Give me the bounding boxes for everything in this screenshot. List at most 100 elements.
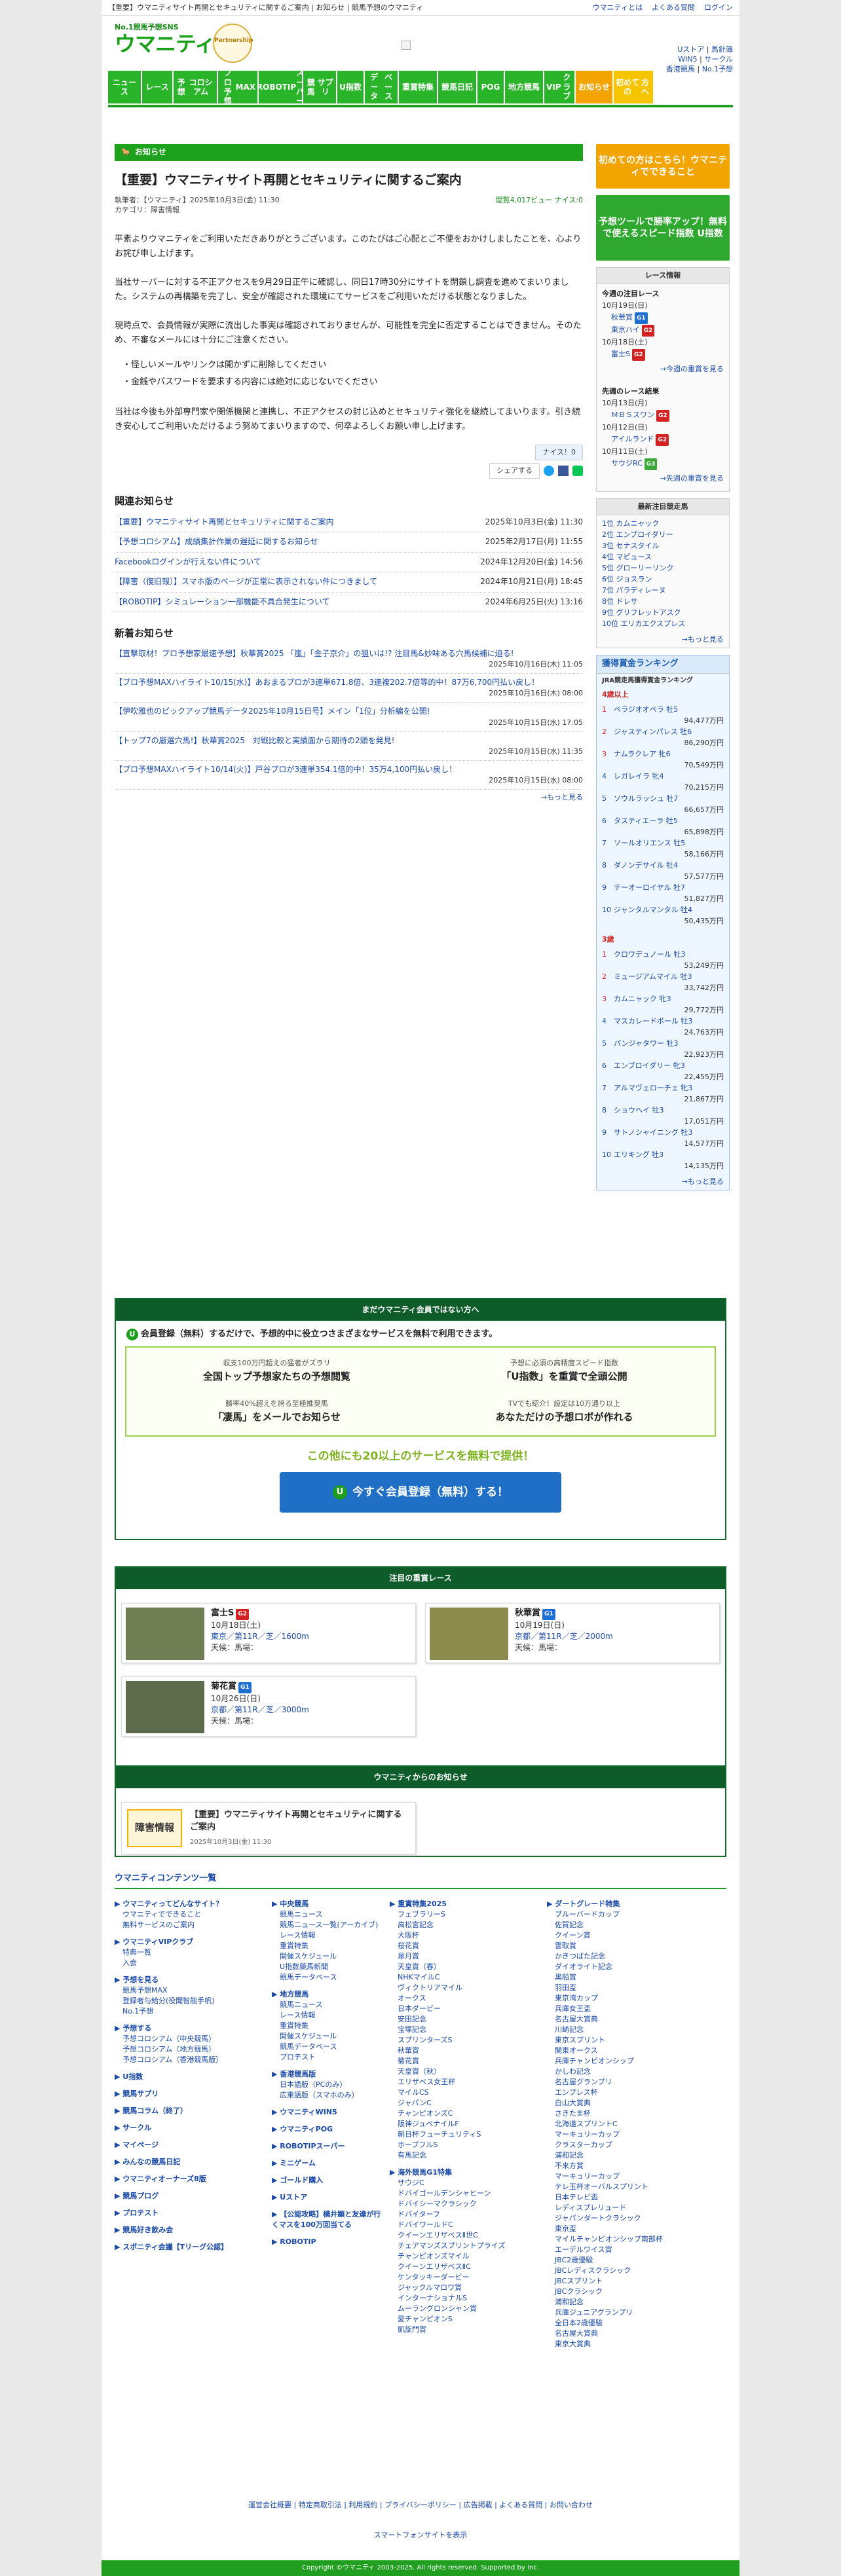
footer-link[interactable]: 皐月賞 [390,1951,540,1962]
footer-link[interactable]: 日本ダービー [390,2004,540,2014]
footer-link[interactable]: 競馬データベース [272,1972,383,1983]
race-item[interactable]: サウジRC G3 [602,458,724,470]
footer-link[interactable]: レディスプレリュード [547,2203,717,2213]
footer-link[interactable]: 入会 [115,1958,265,1968]
footer-link[interactable]: JBCスプリント [547,2276,717,2287]
hot-horse-item[interactable]: 9位 グリフレットアスク [602,607,724,618]
ranking-item[interactable]: 10 ジャンタルマンタル 牡4 50,435万円 [602,904,724,927]
ranking-horse[interactable]: マスカレードボール 牡3 [614,1017,693,1025]
footer-link[interactable]: 名古屋大賞典 [547,2328,717,2339]
footer-heading[interactable]: ▶ 予想する [115,2023,265,2034]
ranking-item[interactable]: 4 マスカレードボール 牡3 24,763万円 [602,1016,724,1038]
footer-link[interactable]: 凱旋門賞 [390,2325,540,2335]
nav-item[interactable]: 重賞特集 [399,71,437,103]
hot-horse-item[interactable]: 4位 マピュース [602,551,724,562]
win5-link[interactable]: WIN5 [678,55,697,64]
race-info[interactable]: 京都／第11R／芝／3000m [211,1705,309,1714]
footer-link[interactable]: 浦和記念 [547,2150,717,2161]
related-item[interactable]: 【予想コロシアム】成績集計作業の遅延に関するお知らせ 2025年2月17日(月) … [115,532,583,553]
nav-item[interactable]: U指数 [337,71,364,103]
ranking-horse[interactable]: ナムラクレア 牝6 [614,750,671,758]
ranking-horse[interactable]: ダノンデサイル 牡4 [614,861,678,870]
ranking-item[interactable]: 1 クロワデュノール 牡3 53,249万円 [602,949,724,971]
ranking-item[interactable]: 9 サトノシャイニング 牡3 14,577万円 [602,1127,724,1149]
ranking-item[interactable]: 3 ナムラクレア 牝6 70,549万円 [602,748,724,771]
footer-link[interactable]: 日本語版（PCのみ） [272,2080,383,2090]
nav-item[interactable]: 初めての 方へ [614,71,653,103]
bottom-links[interactable]: 運営会社概要 | 特定商取引法 | 利用規約 | プライバシーポリシー | 広告… [102,2500,739,2511]
footer-heading[interactable]: ▶ ウマニティってどんなサイト？ [115,1899,265,1909]
footer-heading[interactable]: ▶ ダートグレード特集 [547,1899,717,1909]
related-item[interactable]: Facebookログインが行えない件について 2024年12月20日(金) 14:… [115,553,583,573]
ranking-horse[interactable]: ソウルラッシュ 牡7 [614,794,679,803]
footer-link[interactable]: ジャパンダートクラシック [547,2213,717,2224]
race-card[interactable]: 富士S G2 10月18日(土) 東京／第11R／芝／1600m 天候：馬場： [121,1603,416,1663]
related-item[interactable]: 【障害（復旧報）】スマホ版のページが正常に表示されない件につきまして 2024年1… [115,572,583,593]
notice-card[interactable]: 障害情報 【重要】ウマニティサイト再開とセキュリティに関するご案内 2025年1… [121,1802,416,1854]
footer-link[interactable]: 白山大賞典 [547,2098,717,2108]
footer-link[interactable]: ドバイワールドC [390,2220,540,2230]
footer-link[interactable]: チェアマンズスプリントプライズ [390,2241,540,2251]
ranking-horse[interactable]: ジャンタルマンタル 牡4 [614,906,692,914]
footer-heading[interactable]: ▶ 香港競馬版 [272,2069,383,2080]
footer-link[interactable]: 予想コロシアム（地方競馬） [115,2044,265,2055]
ranking-item[interactable]: 5 ソウルラッシュ 牡7 66,657万円 [602,793,724,815]
footer-link[interactable]: No.1予想 [115,2006,265,2017]
ranking-item[interactable]: 2 ジャスティンパレス 牡6 86,290万円 [602,726,724,748]
footer-link[interactable]: 日本テレビ盃 [547,2192,717,2203]
hot-horse-item[interactable]: 6位 ジョスラン [602,574,724,585]
footer-heading[interactable]: ▶ サークル [115,2123,265,2133]
footer-link[interactable]: クイーンエリザベスⅡ世C [390,2230,540,2241]
footer-heading[interactable]: ▶ ROBOTIPスーパー [272,2141,383,2152]
footer-link[interactable]: ケンタッキーダービー [390,2272,540,2283]
footer-link[interactable]: 朝日杯フューチュリティS [390,2129,540,2140]
footer-link[interactable]: ホープフルS [390,2140,540,2150]
ranking-item[interactable]: 4 レガレイラ 牝4 70,215万円 [602,771,724,793]
footer-link[interactable]: 東京大賞典 [547,2339,717,2349]
footer-link[interactable]: ドバイターフ [390,2209,540,2220]
footer-link[interactable]: 東京湾カップ [547,1993,717,2004]
footer-link[interactable]: マーキュリーカップ [547,2171,717,2182]
ranking-item[interactable]: 10 エリキング 牡3 14,135万円 [602,1149,724,1171]
footer-link[interactable]: 無料サービスのご案内 [115,1920,265,1930]
facebook-icon[interactable] [558,466,569,477]
footer-heading[interactable]: ▶ 【公認攻略】横井顕と友達が行くマスを100万回当てる [272,2209,383,2230]
beginner-banner[interactable]: 初めての方はこちら！ウマニティでできること [596,144,730,189]
race-card[interactable]: 菊花賞 G1 10月26日(日) 京都／第11R／芝／3000m 天候：馬場： [121,1676,416,1737]
ustore-link[interactable]: Uストア [677,45,704,54]
footer-link[interactable]: かきつばた記念 [547,1951,717,1962]
footer-link[interactable]: チャンピオンズC [390,2108,540,2119]
footer-link[interactable]: 競馬データベース [272,2042,383,2052]
footer-link[interactable]: 重賞特集 [272,1941,383,1951]
footer-link[interactable]: JBCレディスクラシック [547,2266,717,2276]
race-item[interactable]: アイルランド G2 [602,433,724,446]
ranking-horse[interactable]: エリキング 牡3 [614,1150,663,1159]
footer-link[interactable]: 東京スプリント [547,2035,717,2046]
footer-heading[interactable]: ▶ ゴールド購入 [272,2175,383,2186]
login-link[interactable]: ログイン [704,3,733,13]
footer-link[interactable]: 菊花賞 [390,2056,540,2067]
race-item[interactable]: 東京ハイ G2 [602,324,724,337]
footer-link[interactable]: レース情報 [272,2010,383,2021]
footer-link[interactable]: 競馬ニュース一覧(アーカイブ) [272,1920,383,1930]
faq-link[interactable]: よくある質問 [652,3,695,13]
footer-heading[interactable]: ▶ 競馬コラム（終了） [115,2106,265,2116]
footer-link[interactable]: 競馬ニュース [272,2000,383,2010]
footer-link[interactable]: ブルーバードカップ [547,1909,717,1920]
ranking-horse[interactable]: ジャスティンパレス 牡6 [614,727,692,736]
footer-link[interactable]: 名古屋グランプリ [547,2077,717,2088]
ranking-horse[interactable]: レガレイラ 牝4 [614,772,664,781]
hot-horse-item[interactable]: 2位 エンブロイダリー [602,529,724,540]
footer-link[interactable]: 予想コロシアム（中央競馬） [115,2034,265,2044]
hot-horse-item[interactable]: 5位 グローリーリンク [602,562,724,574]
site-logo[interactable]: No.1競馬予想SNS ウマニティ Partnership [115,22,259,68]
footer-link[interactable]: 東京盃 [547,2224,717,2234]
nav-item[interactable]: 競馬日記 [438,71,476,103]
footer-link[interactable]: レース情報 [272,1930,383,1941]
footer-heading[interactable]: ▶ ウマニティオーナーズ8版 [115,2174,265,2184]
footer-link[interactable]: 名古屋大賞典 [547,2014,717,2025]
related-item[interactable]: 【重要】ウマニティサイト再開とセキュリティに関するご案内 2025年10月3日(金… [115,513,583,533]
about-link[interactable]: ウマニティとは [593,3,643,13]
ranking-item[interactable]: 7 アルマヴェローチェ 牝3 21,867万円 [602,1082,724,1105]
newest-item[interactable]: 【伊吹雅也のピックアップ競馬データ2025年10月15日号】メイン「1位」分析編… [115,703,583,732]
